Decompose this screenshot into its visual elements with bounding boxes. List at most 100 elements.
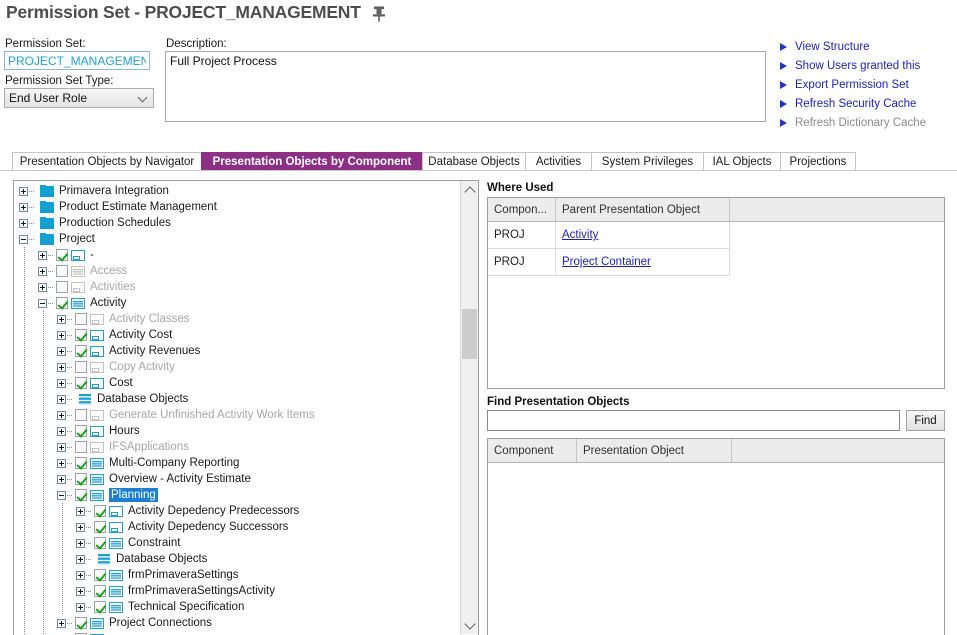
expand-plus-icon[interactable]: [57, 427, 66, 436]
find-input[interactable]: [487, 410, 900, 431]
tree-row[interactable]: Multi-Company Reporting: [14, 455, 462, 471]
column-header[interactable]: [730, 198, 944, 221]
checkbox-checked[interactable]: [94, 505, 106, 517]
table-row[interactable]: PROJActivity: [488, 222, 944, 249]
tree-row[interactable]: Copy Activity: [14, 359, 462, 375]
tree-row[interactable]: Project Connections: [14, 615, 462, 631]
column-header[interactable]: [732, 439, 944, 462]
expand-plus-icon[interactable]: [57, 443, 66, 452]
checkbox-checked[interactable]: [56, 297, 68, 309]
action-link-row[interactable]: View Structure: [780, 37, 957, 56]
tree-row[interactable]: Activity Cost: [14, 327, 462, 343]
expand-plus-icon[interactable]: [57, 459, 66, 468]
tree-row[interactable]: Technical Specification: [14, 599, 462, 615]
checkbox-checked[interactable]: [75, 473, 87, 485]
tree-row[interactable]: Overview - Activity Estimate: [14, 471, 462, 487]
checkbox-checked[interactable]: [75, 345, 87, 357]
tree-row[interactable]: Production Schedules: [14, 215, 462, 231]
tab-activities[interactable]: Activities: [525, 152, 592, 171]
expand-plus-icon[interactable]: [57, 331, 66, 340]
tree-vertical-scrollbar[interactable]: [460, 181, 478, 634]
parent-presentation-object-link[interactable]: Project Container: [562, 256, 651, 268]
tree-row[interactable]: Database Objects: [14, 551, 462, 567]
description-textarea[interactable]: [165, 51, 766, 122]
action-link-label[interactable]: View Structure: [795, 41, 870, 53]
checkbox-unchecked[interactable]: [56, 265, 68, 277]
expand-plus-icon[interactable]: [76, 523, 85, 532]
collapse-minus-icon[interactable]: [57, 491, 66, 500]
tree-row[interactable]: IFSApplications: [14, 439, 462, 455]
tree-row[interactable]: Generate Unfinished Activity Work Items: [14, 407, 462, 423]
tree-row[interactable]: Product Estimate Management: [14, 199, 462, 215]
find-button[interactable]: Find: [906, 410, 945, 431]
tab-projections[interactable]: Projections: [780, 152, 856, 171]
expand-plus-icon[interactable]: [57, 395, 66, 404]
expand-plus-icon[interactable]: [76, 539, 85, 548]
tree-row[interactable]: Activity Depedency Predecessors: [14, 503, 462, 519]
action-link-label[interactable]: Show Users granted this: [795, 60, 920, 72]
action-link-row[interactable]: Show Users granted this: [780, 56, 957, 75]
checkbox-unchecked[interactable]: [56, 281, 68, 293]
expand-plus-icon[interactable]: [57, 347, 66, 356]
action-link-row[interactable]: Refresh Security Cache: [780, 94, 957, 113]
tree-row[interactable]: -: [14, 247, 462, 263]
tree-row[interactable]: Hours: [14, 423, 462, 439]
tab-ial-objects[interactable]: IAL Objects: [703, 152, 781, 171]
tree-row[interactable]: Activity Classes: [14, 311, 462, 327]
checkbox-checked[interactable]: [75, 377, 87, 389]
checkbox-checked[interactable]: [94, 537, 106, 549]
expand-plus-icon[interactable]: [19, 219, 28, 228]
checkbox-checked[interactable]: [94, 585, 106, 597]
expand-plus-icon[interactable]: [76, 571, 85, 580]
checkbox-checked[interactable]: [75, 457, 87, 469]
column-header[interactable]: Parent Presentation Object: [556, 198, 730, 221]
column-header[interactable]: Component: [488, 439, 577, 462]
collapse-minus-icon[interactable]: [19, 235, 28, 244]
expand-plus-icon[interactable]: [57, 411, 66, 420]
scrollbar-thumb[interactable]: [462, 309, 477, 359]
table-row[interactable]: PROJProject Container: [488, 249, 944, 276]
tree-row[interactable]: Access: [14, 263, 462, 279]
checkbox-unchecked[interactable]: [75, 409, 87, 421]
scroll-up-icon[interactable]: [461, 181, 478, 198]
tree-row[interactable]: Activity: [14, 295, 462, 311]
expand-plus-icon[interactable]: [38, 267, 47, 276]
checkbox-checked[interactable]: [75, 329, 87, 341]
expand-plus-icon[interactable]: [76, 603, 85, 612]
checkbox-checked[interactable]: [94, 601, 106, 613]
tree-row[interactable]: Primavera Integration: [14, 183, 462, 199]
expand-plus-icon[interactable]: [38, 283, 47, 292]
expand-plus-icon[interactable]: [19, 203, 28, 212]
checkbox-checked[interactable]: [56, 249, 68, 261]
expand-plus-icon[interactable]: [76, 555, 85, 564]
checkbox-unchecked[interactable]: [75, 313, 87, 325]
checkbox-checked[interactable]: [94, 521, 106, 533]
checkbox-unchecked[interactable]: [75, 441, 87, 453]
permission-set-type-select[interactable]: End User Role: [4, 88, 154, 108]
tab-presentation-objects-by-component[interactable]: Presentation Objects by Component: [201, 152, 423, 171]
tree-row[interactable]: Database Objects: [14, 391, 462, 407]
tree-row[interactable]: Project: [14, 231, 462, 247]
parent-presentation-object-link[interactable]: Activity: [562, 229, 598, 241]
action-link-label[interactable]: Refresh Security Cache: [795, 98, 916, 110]
tree-row[interactable]: [14, 631, 462, 635]
tree-row[interactable]: Activity Depedency Successors: [14, 519, 462, 535]
column-header[interactable]: Presentation Object: [577, 439, 732, 462]
column-header[interactable]: Compon...: [488, 198, 556, 221]
tree-row[interactable]: frmPrimaveraSettings: [14, 567, 462, 583]
tree-row[interactable]: Activity Revenues: [14, 343, 462, 359]
tab-presentation-objects-by-navigator[interactable]: Presentation Objects by Navigator: [12, 152, 202, 171]
checkbox-checked[interactable]: [75, 425, 87, 437]
tree-row[interactable]: Cost: [14, 375, 462, 391]
tree-row[interactable]: Planning: [14, 487, 462, 503]
tree-row[interactable]: frmPrimaveraSettingsActivity: [14, 583, 462, 599]
expand-plus-icon[interactable]: [57, 315, 66, 324]
expand-plus-icon[interactable]: [76, 507, 85, 516]
expand-plus-icon[interactable]: [76, 587, 85, 596]
expand-plus-icon[interactable]: [57, 379, 66, 388]
tree-row[interactable]: Activities: [14, 279, 462, 295]
tree-row[interactable]: Constraint: [14, 535, 462, 551]
expand-plus-icon[interactable]: [19, 187, 28, 196]
checkbox-unchecked[interactable]: [75, 361, 87, 373]
tab-system-privileges[interactable]: System Privileges: [591, 152, 704, 171]
